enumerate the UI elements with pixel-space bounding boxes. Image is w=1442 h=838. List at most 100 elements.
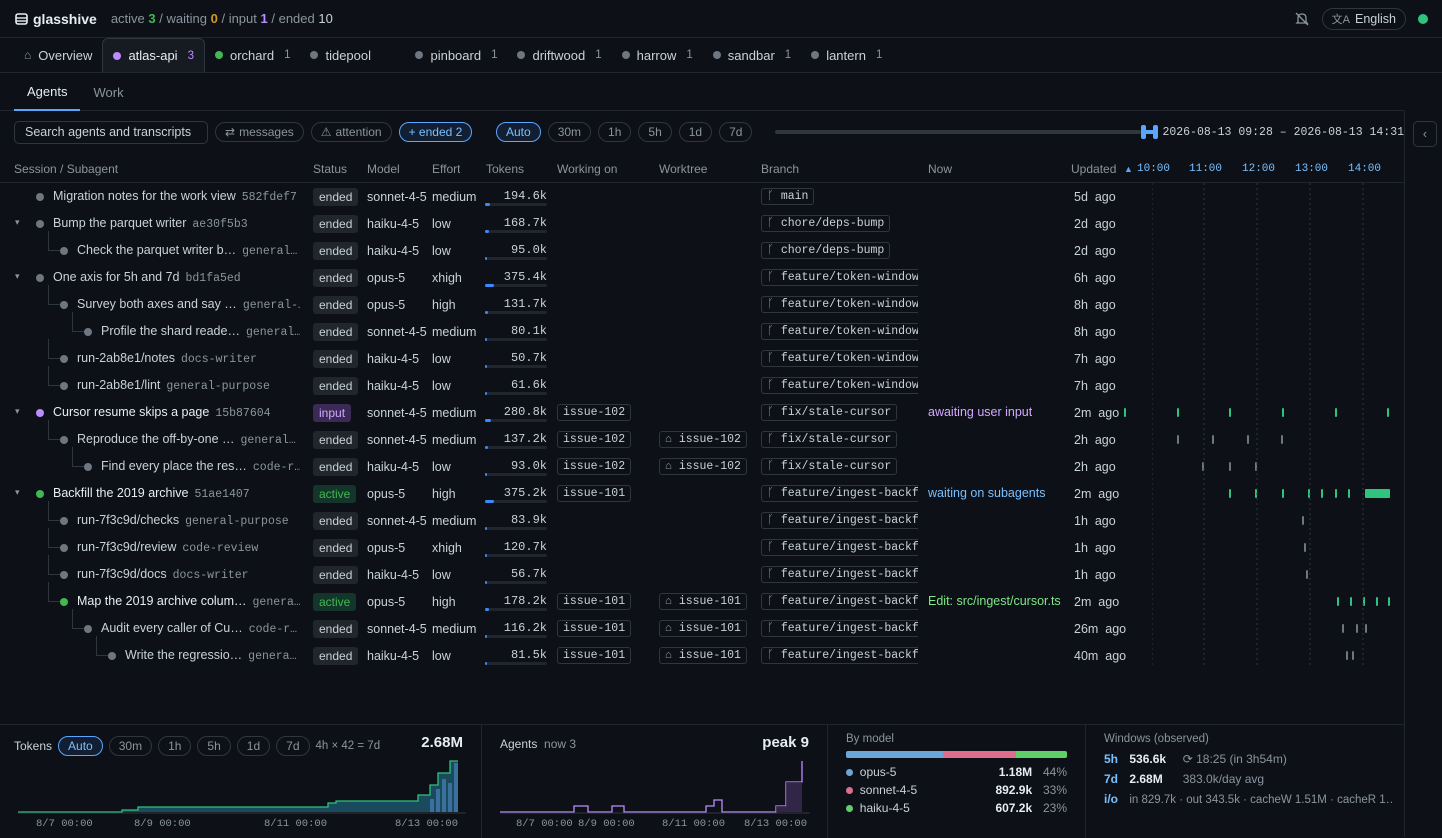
session-name[interactable]: Find every place the res… code-r… [101,459,300,474]
tab-sandbar[interactable]: sandbar 1 [703,38,801,72]
branch-cell[interactable]: ᚴ feature/ingest-backfil [761,620,918,637]
branch-cell[interactable]: ᚴ feature/ingest-backfil [761,485,918,502]
worktree-cell[interactable]: ⌂ issue-102 [659,458,747,475]
tab-pinboard[interactable]: pinboard 1 [405,38,507,72]
col-tokens[interactable]: Tokens [486,162,524,176]
tokens-value: 56.7k [510,567,547,581]
tab-driftwood[interactable]: driftwood 1 [507,38,611,72]
col-status[interactable]: Status [313,162,347,176]
branch-cell[interactable]: ᚴ fix/stale-cursor [761,458,918,475]
bell-off-icon[interactable] [1294,11,1310,27]
range-1h[interactable]: 1h [598,122,632,142]
time-range-slider[interactable] [775,125,1159,139]
working-cell[interactable]: issue-102 [557,431,632,448]
range-30m[interactable]: 30m [547,122,592,142]
branch-cell[interactable]: ᚴ feature/ingest-backfil [761,566,918,583]
range-1d[interactable]: 1d [678,122,713,142]
attention-filter[interactable]: ⚠ attention [310,122,392,142]
slider-handle-end[interactable] [1153,125,1159,139]
col-model[interactable]: Model [367,162,400,176]
expand-sidebar-button[interactable]: ‹ [1413,121,1437,147]
branch-cell[interactable]: ᚴ feature/token-window [761,350,918,367]
branch-cell[interactable]: ᚴ feature/ingest-backfil [761,593,918,610]
tab-tidepool[interactable]: tidepool [300,38,405,72]
session-name[interactable]: Profile the shard reade… general… [101,324,300,339]
session-name[interactable]: run-7f3c9d/review code-review [77,540,300,555]
chevron-down-icon[interactable]: ▾ [15,217,20,228]
gantt-segment[interactable] [1124,408,1126,417]
branch-cell[interactable]: ᚴ feature/ingest-backfil [761,539,918,556]
session-name[interactable]: Audit every caller of Cu… code-r… [101,621,300,636]
tokens-range-7d[interactable]: 7d [276,736,310,756]
session-name[interactable]: Survey both axes and say … general-… [77,297,300,312]
working-cell[interactable]: issue-102 [557,458,632,475]
session-name[interactable]: run-7f3c9d/docs docs-writer [77,567,300,582]
worktree-cell[interactable]: ⌂ issue-102 [659,431,747,448]
branch-cell[interactable]: ᚴ feature/ingest-backfil [761,647,918,664]
tab-harrow[interactable]: harrow 1 [612,38,703,72]
session-name[interactable]: Migration notes for the work view 582fdef… [53,189,300,204]
chevron-down-icon[interactable]: ▾ [15,487,20,498]
ended-filter[interactable]: + ended 2 [398,122,473,142]
working-cell[interactable]: issue-101 [557,647,632,664]
branch-cell[interactable]: ᚴ main [761,188,918,205]
search-input[interactable]: Search agents and transcripts [14,120,209,144]
col-working-on[interactable]: Working on [557,162,617,176]
app-logo[interactable]: glasshive [14,11,97,27]
branch-cell[interactable]: ᚴ fix/stale-cursor [761,431,918,448]
session-name[interactable]: run-7f3c9d/checks general-purpose [77,513,300,528]
worktree-cell[interactable]: ⌂ issue-101 [659,647,747,664]
col-updated[interactable]: Updated [1071,162,1116,176]
branch-cell[interactable]: ᚴ feature/token-window [761,296,918,313]
session-name[interactable]: Cursor resume skips a page 15b87604 [53,405,300,420]
session-name[interactable]: Check the parquet writer b… general… [77,243,300,258]
session-name[interactable]: Reproduce the off-by-one … general… [77,432,300,447]
tokens-range-1d[interactable]: 1d [236,736,271,756]
branch-cell[interactable]: ᚴ chore/deps-bump [761,242,918,259]
session-name[interactable]: One axis for 5h and 7d bd1fa5ed [53,270,300,285]
branch-cell[interactable]: ᚴ fix/stale-cursor [761,404,918,421]
session-name[interactable]: Backfill the 2019 archive 51ae1407 [53,486,300,501]
tab-agents[interactable]: Agents [14,73,81,111]
tab-atlas-api[interactable]: atlas-api 3 [102,38,205,72]
col-worktree[interactable]: Worktree [659,162,707,176]
tokens-range-30m[interactable]: 30m [108,736,153,756]
col-now[interactable]: Now [928,162,952,176]
col-session[interactable]: Session / Subagent [14,162,118,176]
range-7d[interactable]: 7d [719,122,753,142]
tab-lantern[interactable]: lantern 1 [801,38,892,72]
range-auto[interactable]: Auto [496,122,541,142]
tokens-bar [485,608,547,611]
worktree-cell[interactable]: ⌂ issue-101 [659,620,747,637]
working-cell[interactable]: issue-101 [557,485,632,502]
worktree-cell[interactable]: ⌂ issue-101 [659,593,747,610]
tab-orchard[interactable]: orchard 1 [205,38,300,72]
chevron-down-icon[interactable]: ▾ [15,271,20,282]
working-cell[interactable]: issue-102 [557,404,632,421]
session-name[interactable]: Write the regressio… genera… [125,648,300,663]
language-selector[interactable]: 文A English [1321,8,1406,30]
working-cell[interactable]: issue-101 [557,593,632,610]
branch-cell[interactable]: ᚴ feature/token-window [761,323,918,340]
messages-filter[interactable]: ⇄ messages [215,122,304,142]
tab-work[interactable]: Work [80,73,136,111]
branch-cell[interactable]: ᚴ feature/ingest-backfil [761,512,918,529]
working-cell[interactable]: issue-101 [557,620,632,637]
col-branch[interactable]: Branch [761,162,799,176]
tokens-range-1h[interactable]: 1h [158,736,192,756]
session-name[interactable]: Map the 2019 archive colum… genera… [77,594,300,609]
tab-overview[interactable]: ⌂ Overview [14,38,102,72]
branch-cell[interactable]: ᚴ chore/deps-bump [761,215,918,232]
session-name[interactable]: run-2ab8e1/lint general-purpose [77,378,300,393]
chevron-down-icon[interactable]: ▾ [15,406,20,417]
sort-asc-icon: ▲ [1124,164,1133,174]
branch-cell[interactable]: ᚴ feature/token-window [761,377,918,394]
branch-cell[interactable]: ᚴ feature/token-window [761,269,918,286]
range-5h[interactable]: 5h [638,122,672,142]
slider-handle-start[interactable] [1141,125,1147,139]
col-effort[interactable]: Effort [432,162,460,176]
session-name[interactable]: Bump the parquet writer ae30f5b3 [53,216,300,231]
session-name[interactable]: run-2ab8e1/notes docs-writer [77,351,300,366]
tokens-range-5h[interactable]: 5h [197,736,231,756]
tokens-range-auto[interactable]: Auto [58,736,103,756]
